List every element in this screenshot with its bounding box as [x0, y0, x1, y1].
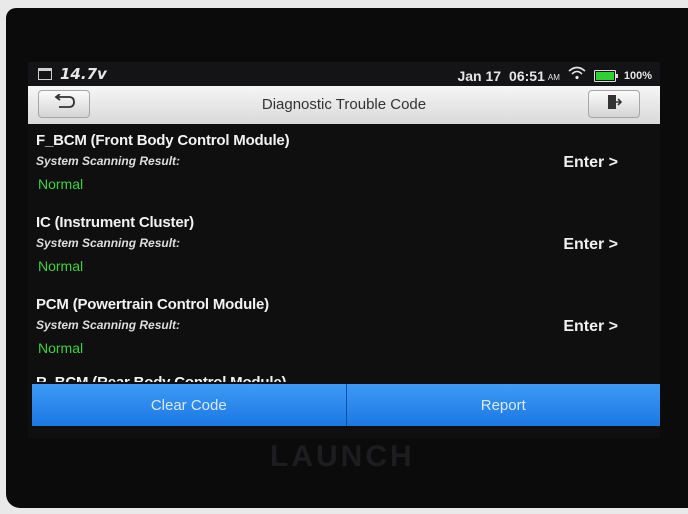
module-row[interactable]: IC (Instrument Cluster) System Scanning … — [36, 214, 656, 294]
enter-button[interactable]: Enter > — [563, 154, 618, 172]
wifi-icon — [568, 66, 586, 85]
module-row[interactable]: R_BCM (Rear Body Control Module) — [36, 374, 656, 382]
module-name: PCM (Powertrain Control Module) — [36, 296, 269, 313]
module-name: F_BCM (Front Body Control Module) — [36, 132, 290, 149]
page-title: Diagnostic Trouble Code — [261, 96, 427, 113]
battery-percent: 100% — [623, 69, 652, 82]
brand-logo: LAUNCH — [270, 440, 415, 473]
module-name: IC (Instrument Cluster) — [36, 214, 194, 231]
exit-button[interactable] — [588, 90, 640, 118]
scan-result-label: System Scanning Result: — [36, 318, 181, 332]
module-row[interactable]: PCM (Powertrain Control Module) System S… — [36, 296, 656, 376]
battery-icon — [593, 69, 618, 82]
clear-code-button[interactable]: Clear Code — [32, 384, 346, 426]
scan-status: Normal — [38, 340, 84, 356]
scan-result-label: System Scanning Result: — [36, 236, 181, 250]
exit-door-icon — [606, 94, 623, 115]
module-list: F_BCM (Front Body Control Module) System… — [28, 124, 660, 382]
scan-status: Normal — [38, 258, 84, 274]
calendar-icon — [38, 68, 52, 80]
action-bar: Clear Code Report — [32, 384, 660, 426]
report-button[interactable]: Report — [345, 384, 660, 426]
status-bar: 14.7v Jan 17 06:51 AM 100% — [28, 62, 660, 86]
status-time: 06:51 — [509, 67, 545, 84]
title-bar: Diagnostic Trouble Code — [28, 86, 660, 124]
battery-voltage: 14.7v — [60, 65, 107, 83]
module-row[interactable]: F_BCM (Front Body Control Module) System… — [36, 132, 656, 212]
enter-button[interactable]: Enter > — [563, 236, 618, 254]
module-name: R_BCM (Rear Body Control Module) — [36, 374, 286, 382]
status-date: Jan 17 — [457, 67, 502, 84]
scan-result-label: System Scanning Result: — [36, 154, 181, 168]
scan-status: Normal — [38, 176, 84, 192]
status-ampm: AM — [547, 73, 560, 82]
enter-button[interactable]: Enter > — [563, 318, 618, 336]
screen: 14.7v Jan 17 06:51 AM 100% Diagnostic Tr… — [28, 62, 660, 438]
